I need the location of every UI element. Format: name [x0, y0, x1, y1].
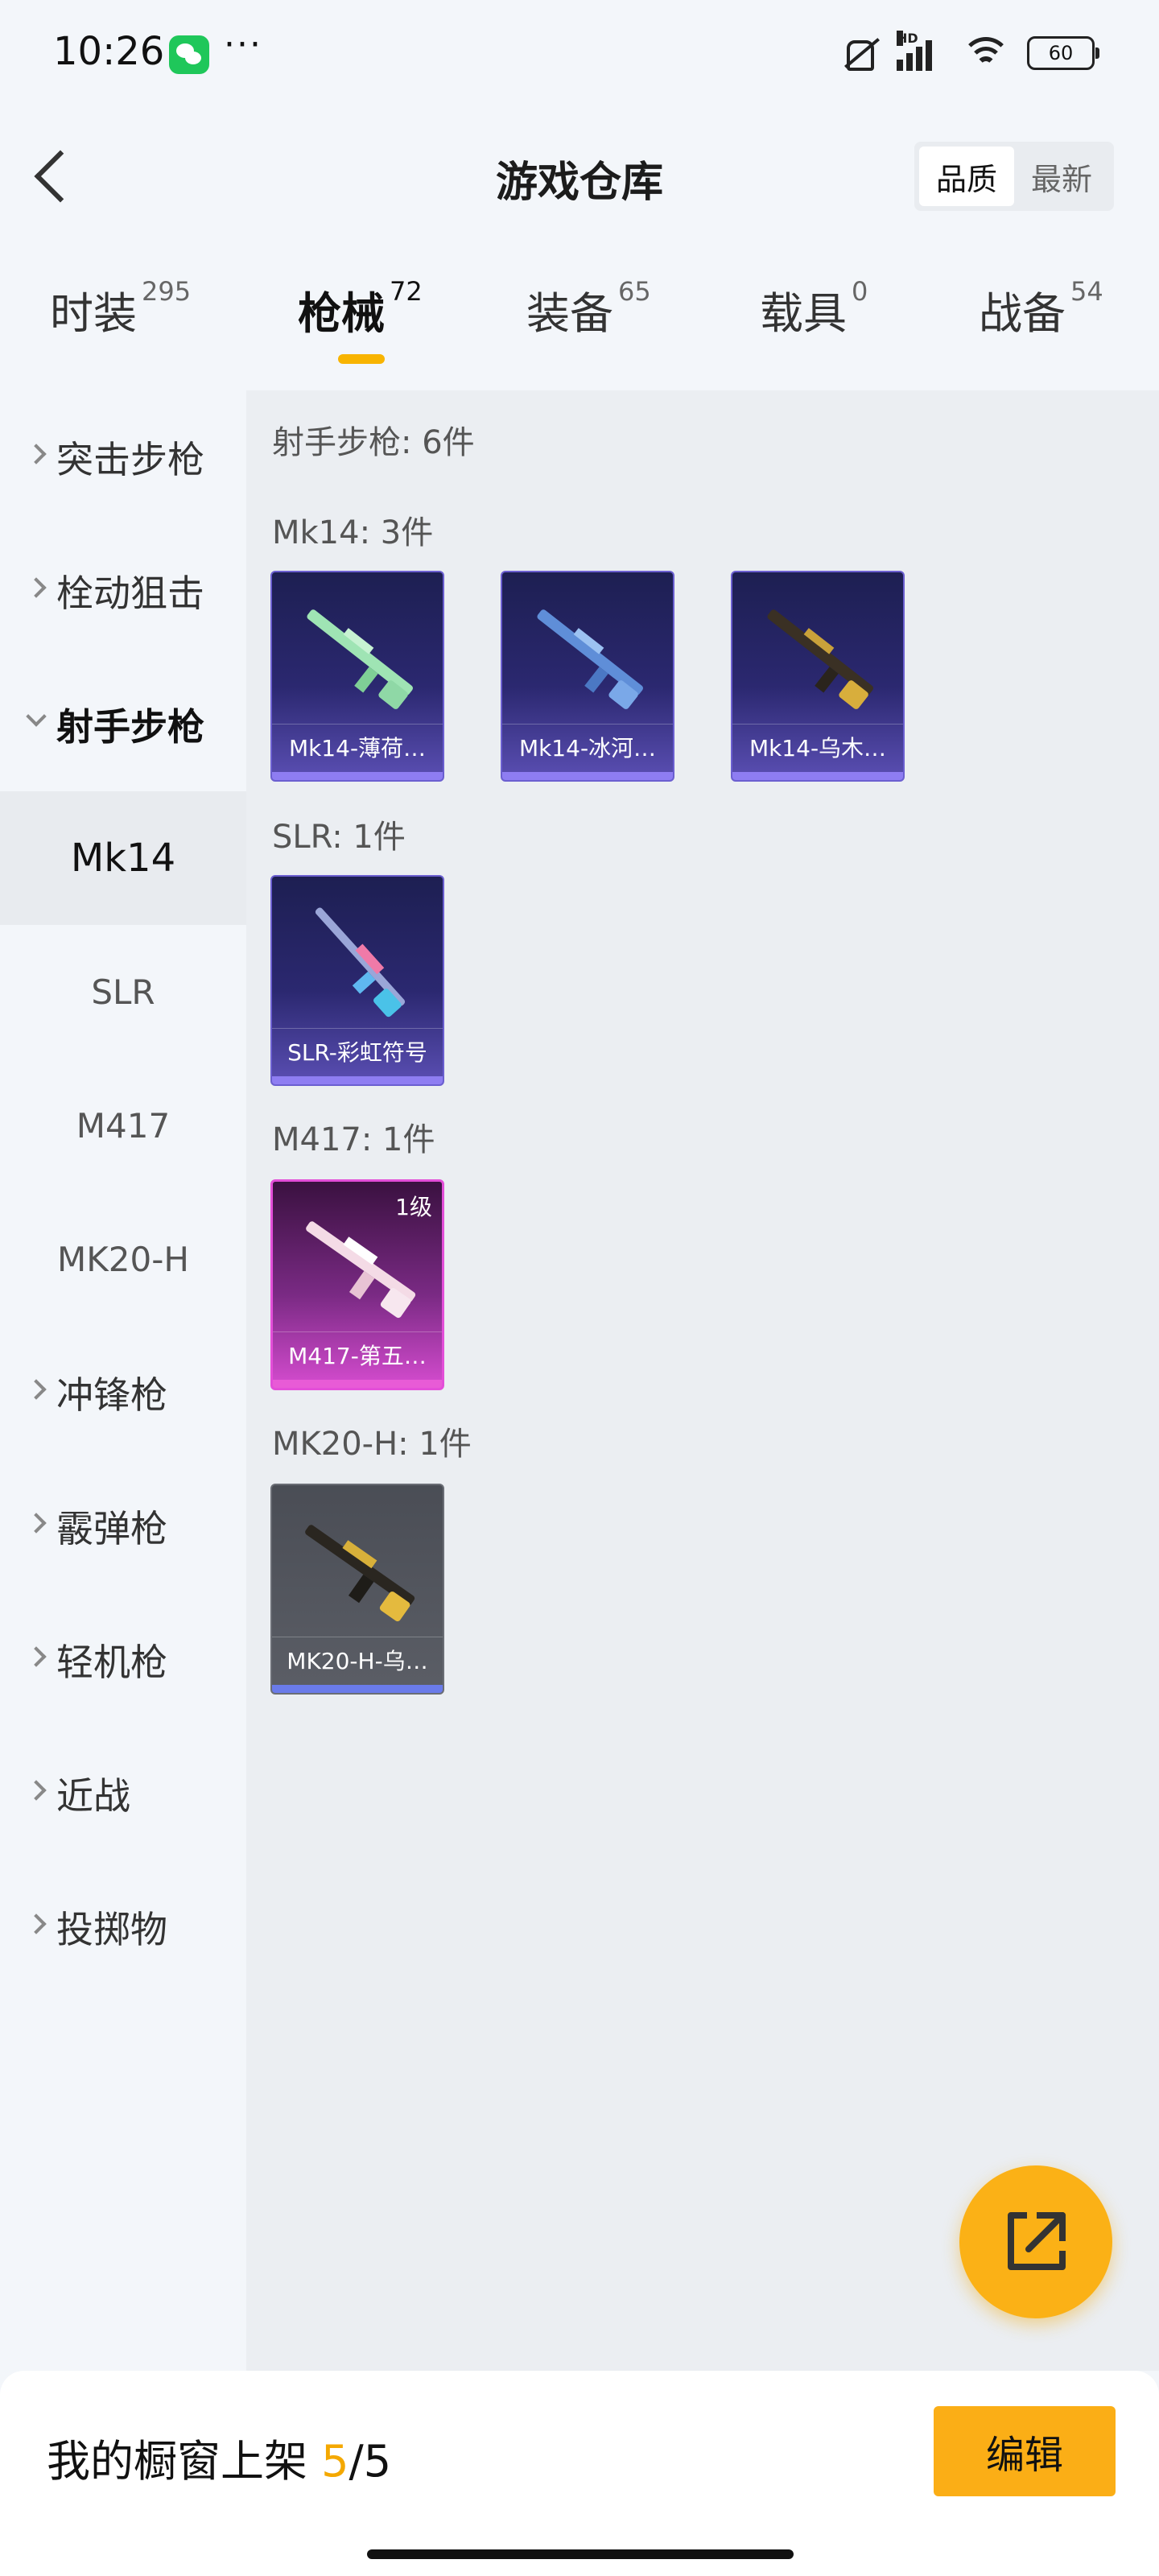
share-button[interactable] — [959, 2165, 1112, 2318]
sidebar-item-throwables[interactable]: 投掷物 — [0, 1860, 246, 1994]
group-title: MK20-H: 1件 — [272, 1426, 472, 1463]
item-card[interactable]: 1级 M417-第五… — [270, 1179, 444, 1390]
sidebar-item-smg[interactable]: 冲锋枪 — [0, 1326, 246, 1459]
sidebar-item-label: 突击步枪 — [56, 438, 204, 481]
tab-label: 载具 — [760, 288, 847, 339]
tab-equipment[interactable]: 装备 65 — [526, 276, 651, 366]
sidebar-item-shotgun[interactable]: 霰弹枪 — [0, 1459, 246, 1593]
more-notifications-indicator: ··· — [224, 24, 262, 65]
sidebar-item-label: 投掷物 — [56, 1908, 167, 1951]
sort-toggle: 品质 最新 — [914, 142, 1114, 211]
rarity-bar — [273, 1380, 442, 1388]
sidebar-item-assault-rifle[interactable]: 突击步枪 — [0, 390, 246, 524]
group-title: SLR: 1件 — [272, 819, 406, 856]
tab-vehicles[interactable]: 载具 0 — [760, 276, 868, 366]
mute-icon — [839, 35, 879, 71]
battery-icon: 60 — [1027, 36, 1099, 70]
tab-count: 0 — [852, 276, 868, 307]
item-card[interactable]: Mk14-薄荷… — [270, 571, 444, 782]
chevron-right-icon — [26, 444, 47, 464]
group-title: Mk14: 3件 — [272, 514, 434, 551]
rifle-skin-rainbow-icon — [315, 907, 406, 1018]
wifi-icon — [963, 35, 1009, 71]
category-header: 射手步枪: 6件 — [272, 424, 475, 461]
chevron-right-icon — [26, 577, 47, 598]
showcase-status: 我的橱窗上架 5/5 — [47, 2425, 391, 2489]
sidebar-item-marksman-rifle[interactable]: 射手步枪 — [0, 658, 246, 791]
chevron-right-icon — [26, 1513, 47, 1534]
rarity-bar — [732, 772, 903, 780]
signal-icon: HD — [897, 31, 945, 71]
chevron-right-icon — [26, 1379, 47, 1400]
sidebar-item-label: 霰弹枪 — [56, 1507, 167, 1550]
item-card[interactable]: Mk14-冰河… — [501, 571, 674, 782]
home-indicator — [367, 2549, 794, 2559]
rarity-bar — [502, 772, 673, 780]
sidebar-item-label: 轻机枪 — [56, 1641, 167, 1684]
category-tabs: 时装 295 枪械 72 装备 65 载具 0 战备 54 — [0, 276, 1159, 366]
rarity-bar — [272, 772, 443, 780]
sort-option-quality[interactable]: 品质 — [919, 147, 1014, 206]
item-card[interactable]: MK20-H-乌… — [270, 1484, 444, 1695]
share-external-icon — [1008, 2212, 1066, 2270]
status-bar: 10:26 ··· HD 60 — [0, 0, 1159, 105]
sort-option-latest[interactable]: 最新 — [1014, 147, 1109, 206]
wechat-notification-icon — [169, 35, 209, 74]
tab-label: 装备 — [526, 288, 613, 339]
active-tab-indicator — [338, 354, 385, 364]
tab-count: 54 — [1070, 276, 1103, 307]
sidebar-item-lmg[interactable]: 轻机枪 — [0, 1593, 246, 1727]
chevron-down-icon — [26, 706, 47, 727]
tab-label: 时装 — [50, 288, 137, 339]
tab-label: 战备 — [979, 288, 1066, 339]
sidebar-sub-slr[interactable]: SLR — [0, 925, 246, 1059]
sidebar-item-label: 近战 — [56, 1774, 130, 1818]
sidebar-item-label: 射手步枪 — [56, 705, 204, 749]
tab-supplies[interactable]: 战备 54 — [979, 276, 1103, 366]
sidebar-item-label: 栓动狙击 — [56, 572, 204, 615]
rifle-skin-ebony-gold-icon — [305, 1525, 415, 1622]
hd-label: HD — [897, 31, 918, 46]
item-grid-panel: 射手步枪: 6件 Mk14: 3件 Mk14-薄荷… Mk14-冰河… Mk14… — [246, 390, 1159, 2371]
tab-fashion[interactable]: 时装 295 — [50, 276, 192, 366]
tab-firearms[interactable]: 枪械 72 — [298, 276, 423, 366]
sidebar-sub-mk14[interactable]: Mk14 — [0, 791, 246, 925]
item-card-name: MK20-H-乌… — [272, 1637, 443, 1685]
bottom-bar: 我的橱窗上架 5/5 编辑 — [0, 2371, 1159, 2576]
tab-label: 枪械 — [298, 288, 385, 339]
sidebar-item-melee[interactable]: 近战 — [0, 1727, 246, 1860]
rifle-skin-mint-icon — [307, 609, 413, 709]
edit-button[interactable]: 编辑 — [934, 2406, 1116, 2496]
sidebar-sub-m417[interactable]: M417 — [0, 1059, 246, 1192]
item-card-name: M417-第五… — [273, 1331, 442, 1380]
sidebar-item-label: 冲锋枪 — [56, 1373, 167, 1417]
chevron-right-icon — [26, 1646, 47, 1667]
header: 游戏仓库 品质 最新 — [0, 113, 1159, 242]
group-title: M417: 1件 — [272, 1121, 435, 1158]
rarity-bar — [272, 1685, 443, 1693]
showcase-total-count: 5 — [363, 2436, 392, 2487]
status-time: 10:26 — [53, 29, 165, 74]
rifle-skin-glacier-icon — [537, 609, 643, 709]
item-level-badge: 1级 — [395, 1194, 432, 1220]
sidebar-item-bolt-sniper[interactable]: 栓动狙击 — [0, 524, 246, 658]
chevron-right-icon — [26, 1780, 47, 1801]
tab-count: 295 — [142, 276, 192, 307]
item-card[interactable]: Mk14-乌木… — [731, 571, 905, 782]
showcase-label: 我的橱窗上架 — [47, 2436, 307, 2487]
item-card-name: Mk14-冰河… — [502, 724, 673, 772]
tab-count: 72 — [390, 276, 423, 307]
item-card[interactable]: SLR-彩虹符号 — [270, 875, 444, 1086]
chevron-right-icon — [26, 1913, 47, 1934]
tab-count: 65 — [618, 276, 651, 307]
rifle-skin-ebony-icon — [767, 609, 873, 709]
showcase-separator: / — [349, 2436, 364, 2487]
showcase-current-count: 5 — [321, 2436, 349, 2487]
sidebar-sub-mk20h[interactable]: MK20-H — [0, 1192, 246, 1326]
item-card-name: Mk14-乌木… — [732, 724, 903, 772]
item-card-name: Mk14-薄荷… — [272, 724, 443, 772]
item-card-name: SLR-彩虹符号 — [272, 1028, 443, 1076]
rarity-bar — [272, 1076, 443, 1084]
category-sidebar: 突击步枪 栓动狙击 射手步枪 Mk14 SLR M417 MK20-H 冲锋枪 … — [0, 390, 246, 2371]
